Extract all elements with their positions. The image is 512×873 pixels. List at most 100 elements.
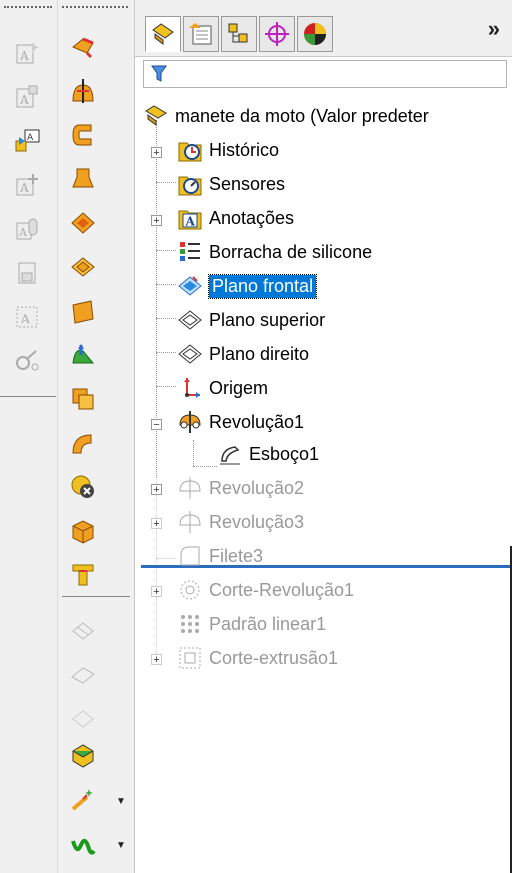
tree-item-label: Filete3 (209, 545, 264, 566)
lofted-boss-icon[interactable] (68, 164, 98, 194)
tree-item-sensores[interactable]: Sensores (177, 169, 285, 199)
plane-icon[interactable] (68, 252, 98, 282)
note-color-icon[interactable]: A (12, 126, 42, 156)
toolbar-grip[interactable] (4, 6, 52, 11)
sketch-curve-icon[interactable] (68, 830, 98, 860)
tree-item-esboco1[interactable]: Esboço1 (217, 439, 319, 469)
tree-item-filete3[interactable]: Filete3 (177, 541, 263, 571)
tree-item-plano-superior[interactable]: Plano superior (177, 305, 325, 335)
filter-input[interactable] (143, 60, 507, 88)
tree-connector (193, 440, 194, 466)
sketch-curve-dropdown-icon[interactable]: ▼ (116, 840, 126, 851)
tree-connector (156, 250, 176, 251)
datum-target-icon[interactable] (12, 258, 42, 288)
swept-boss-icon[interactable] (68, 120, 98, 150)
tree-item-label: Histórico (209, 139, 280, 160)
manager-tab-strip: » (135, 0, 512, 57)
feature-tree: manete da moto (Valor predeter + Históri… (135, 92, 512, 873)
tree-item-anotacoes[interactable]: A Anotações (177, 203, 294, 233)
tree-item-padrao-linear1[interactable]: Padrão linear1 (177, 609, 326, 639)
tree-connector (193, 466, 217, 467)
feature-manager-panel: » manete da moto (Valor predeter + Histó… (135, 0, 512, 873)
tree-item-plano-frontal[interactable]: Plano frontal (177, 271, 318, 301)
toolbar-grip[interactable] (62, 6, 128, 11)
tree-item-label: Plano superior (209, 309, 326, 330)
dimxpert-icon (265, 22, 289, 46)
annotations-icon: A (177, 205, 203, 231)
linear-pattern-icon (177, 611, 203, 637)
tree-item-origem[interactable]: Origem (177, 373, 268, 403)
rib-icon[interactable] (68, 516, 98, 546)
curves-dropdown-icon[interactable]: ▼ (116, 796, 126, 807)
svg-text:A: A (19, 49, 29, 63)
sweep-icon[interactable] (68, 428, 98, 458)
features-toolbar: ▼ ▼ (58, 0, 135, 873)
tree-connector (156, 318, 176, 319)
note-icon[interactable]: A (12, 38, 42, 68)
svg-text:A: A (27, 133, 34, 143)
draft-icon[interactable] (68, 560, 98, 590)
tree-item-revolucao3[interactable]: Revolução3 (177, 507, 304, 537)
tree-item-plano-direito[interactable]: Plano direito (177, 339, 309, 369)
tree-item-revolucao1[interactable]: Revolução1 (177, 407, 304, 437)
tree-connector (156, 386, 176, 387)
shell-icon[interactable] (68, 384, 98, 414)
weld-symbol-icon[interactable]: A (12, 214, 42, 244)
tree-root[interactable]: manete da moto (Valor predeter (143, 101, 429, 131)
svg-text:A: A (185, 215, 196, 229)
tree-item-historico[interactable]: Histórico (177, 135, 279, 165)
tree-item-corte-revolucao1[interactable]: Corte-Revolução1 (177, 575, 354, 605)
tree-item-label: Origem (209, 377, 269, 398)
curves-icon[interactable] (68, 784, 98, 814)
tree-item-label: Revolução2 (209, 477, 305, 498)
surface-icon[interactable] (68, 296, 98, 326)
more-tabs-button[interactable]: » (488, 16, 500, 42)
tree-item-material[interactable]: Borracha de silicone (177, 237, 372, 267)
display-manager-icon (304, 23, 326, 45)
filter-icon (151, 65, 167, 82)
sensor-icon (177, 171, 203, 197)
part-icon (143, 103, 169, 129)
tree-item-label: Padrão linear1 (209, 613, 327, 634)
reference-geometry-icon[interactable] (68, 616, 98, 646)
expand-anotacoes-button[interactable]: + (151, 215, 162, 227)
revolve-icon (177, 509, 203, 535)
revolve-icon (177, 409, 203, 435)
revolved-boss-icon[interactable] (68, 76, 98, 106)
reference-axis-icon[interactable] (68, 704, 98, 734)
collapse-revolucao1-button[interactable]: − (151, 419, 162, 431)
tree-item-label: Esboço1 (249, 443, 320, 464)
expand-corte-extrusao1-button[interactable]: + (151, 654, 162, 666)
toolbar-separator (0, 396, 56, 397)
svg-text:A: A (19, 181, 29, 195)
tree-connector (156, 352, 176, 353)
hatch-icon[interactable]: A (12, 302, 42, 332)
tab-property-manager[interactable] (183, 16, 219, 52)
tree-item-corte-extrusao1[interactable]: Corte-extrusão1 (177, 643, 338, 673)
tab-configuration-manager[interactable] (221, 16, 257, 52)
boundary-boss-icon[interactable] (68, 208, 98, 238)
expand-historico-button[interactable]: + (151, 147, 162, 159)
origin-icon (177, 375, 203, 401)
tab-feature-manager[interactable] (145, 16, 181, 52)
tree-item-revolucao2[interactable]: Revolução2 (177, 473, 304, 503)
extruded-cut-icon (177, 645, 203, 671)
instant3d-icon[interactable] (68, 740, 98, 770)
delete-body-icon[interactable] (68, 472, 98, 502)
annotation-icon[interactable]: A (12, 82, 42, 112)
expand-revolucao3-button[interactable]: + (151, 518, 162, 530)
tree-item-label: Revolução3 (209, 511, 305, 532)
expand-corte-revolucao1-button[interactable]: + (151, 586, 162, 598)
dome-icon[interactable] (68, 340, 98, 370)
material-icon (177, 239, 203, 265)
tree-item-label: Revolução1 (209, 411, 305, 432)
tab-display-manager[interactable] (297, 16, 333, 52)
pin-icon[interactable] (12, 346, 42, 376)
sketch-icon (217, 441, 243, 467)
extruded-boss-icon[interactable] (68, 32, 98, 62)
expand-revolucao2-button[interactable]: + (151, 484, 162, 496)
balloon-icon[interactable]: A (12, 170, 42, 200)
tree-connector (156, 182, 176, 183)
tab-dimxpert-manager[interactable] (259, 16, 295, 52)
reference-plane-icon[interactable] (68, 660, 98, 690)
